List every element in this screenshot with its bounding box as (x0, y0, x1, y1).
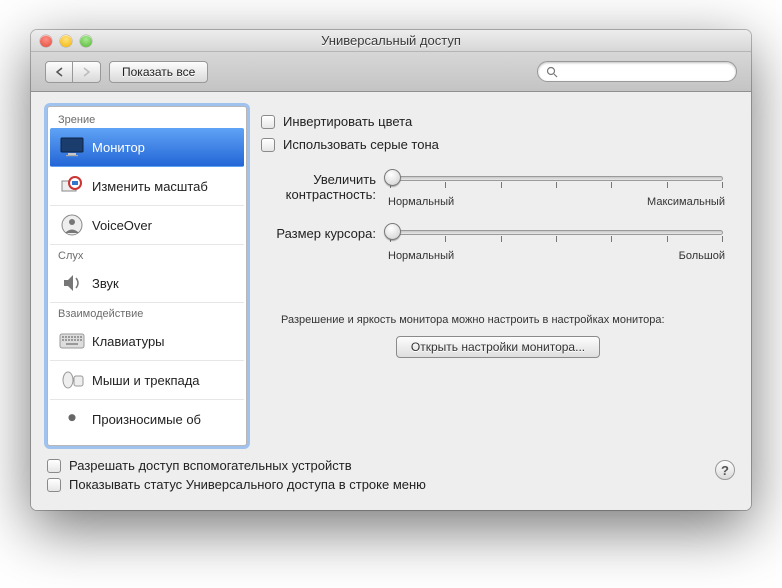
group-header-interact: Взаимодействие (50, 303, 244, 322)
menubar-status-label: Показывать статус Универсального доступа… (69, 477, 426, 492)
menubar-status-checkbox[interactable] (47, 478, 61, 492)
help-button[interactable]: ? (715, 460, 735, 480)
sidebar-item-voiceover[interactable]: VoiceOver (50, 206, 244, 245)
cursor-label: Размер курсора: (261, 212, 376, 262)
contrast-max-label: Максимальный (647, 196, 725, 208)
sidebar-item-label: Звук (92, 276, 119, 291)
sidebar-item-speakable[interactable]: Произносимые об (50, 400, 244, 438)
grayscale-label: Использовать серые тона (283, 137, 439, 152)
invert-colors-label: Инвертировать цвета (283, 114, 412, 129)
cursor-slider[interactable] (386, 224, 727, 246)
contrast-slider[interactable] (386, 170, 727, 192)
slider-knob[interactable] (384, 169, 401, 186)
sidebar-item-zoom[interactable]: Изменить масштаб (50, 167, 244, 206)
sidebar-item-label: Монитор (92, 140, 145, 155)
toolbar: Показать все (31, 52, 751, 92)
display-note: Разрешение и яркость монитора можно наст… (261, 314, 735, 326)
minimize-button[interactable] (60, 35, 72, 47)
sidebar-item-label: Произносимые об (92, 412, 201, 427)
open-display-prefs-button[interactable]: Открыть настройки монитора... (396, 336, 600, 358)
mic-icon (58, 407, 86, 431)
assistive-devices-checkbox[interactable] (47, 459, 61, 473)
search-icon (546, 66, 558, 78)
content-area: Зрение Монитор Изменить (31, 92, 751, 510)
zoom-icon (58, 174, 86, 198)
close-button[interactable] (40, 35, 52, 47)
titlebar: Универсальный доступ (31, 30, 751, 52)
sidebar-item-label: VoiceOver (92, 218, 152, 233)
prefs-window: Универсальный доступ Показать все (31, 30, 751, 510)
group-header-vision: Зрение (50, 109, 244, 128)
cursor-max-label: Большой (679, 250, 725, 262)
show-all-button[interactable]: Показать все (109, 61, 208, 83)
assistive-devices-label: Разрешать доступ вспомогательных устройс… (69, 458, 352, 473)
sidebar-item-label: Мыши и трекпада (92, 373, 200, 388)
speaker-icon (58, 271, 86, 295)
chevron-left-icon (55, 67, 64, 77)
traffic-lights (40, 35, 92, 47)
window-title: Универсальный доступ (31, 33, 751, 48)
group-header-hearing: Слух (50, 245, 244, 264)
contrast-label: Увеличить контрастность: (261, 170, 376, 208)
sidebar-item-display[interactable]: Монитор (50, 128, 244, 167)
sidebar-item-label: Изменить масштаб (92, 179, 208, 194)
grayscale-checkbox[interactable] (261, 138, 275, 152)
search-input[interactable] (562, 64, 728, 80)
nav-segmented (45, 61, 101, 83)
search-field[interactable] (537, 61, 737, 82)
sidebar-item-keyboard[interactable]: Клавиатуры (50, 322, 244, 361)
sidebar-item-mouse[interactable]: Мыши и трекпада (50, 361, 244, 400)
forward-button[interactable] (73, 61, 101, 83)
sidebar-item-audio[interactable]: Звук (50, 264, 244, 303)
zoom-button[interactable] (80, 35, 92, 47)
slider-knob[interactable] (384, 223, 401, 240)
chevron-right-icon (82, 67, 91, 77)
invert-colors-checkbox[interactable] (261, 115, 275, 129)
display-icon (58, 135, 86, 159)
detail-panel: Инвертировать цвета Использовать серые т… (261, 106, 735, 446)
cursor-min-label: Нормальный (388, 250, 454, 262)
category-sidebar[interactable]: Зрение Монитор Изменить (47, 106, 247, 446)
back-button[interactable] (45, 61, 73, 83)
open-display-prefs-label: Открыть настройки монитора... (411, 340, 585, 354)
show-all-label: Показать все (122, 65, 195, 79)
keyboard-icon (58, 329, 86, 353)
sidebar-item-label: Клавиатуры (92, 334, 165, 349)
mouse-icon (58, 368, 86, 392)
footer-options: Разрешать доступ вспомогательных устройс… (47, 458, 735, 492)
voiceover-icon (58, 213, 86, 237)
contrast-min-label: Нормальный (388, 196, 454, 208)
